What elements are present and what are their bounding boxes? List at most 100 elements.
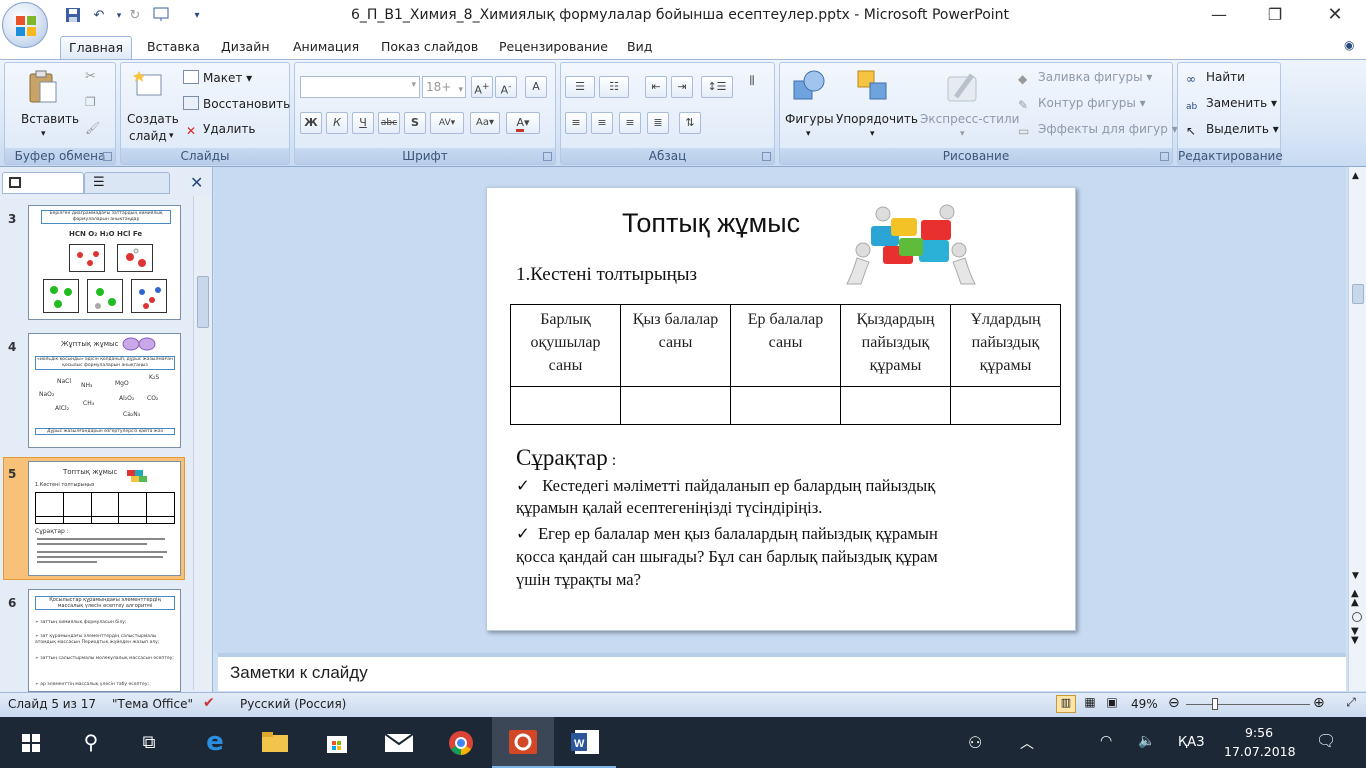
- table-header-cell[interactable]: Қыз балалар саны: [620, 304, 731, 387]
- question-2[interactable]: ✓ Егер ер балалар мен қыз балалардың пай…: [516, 522, 938, 591]
- undo-icon[interactable]: ↶: [90, 7, 108, 25]
- powerpoint-taskbar-icon[interactable]: [492, 717, 554, 768]
- clock[interactable]: 9:56 17.07.2018: [1224, 723, 1296, 761]
- file-explorer-icon[interactable]: [244, 717, 306, 768]
- align-left-icon[interactable]: ≡: [565, 112, 587, 134]
- input-language[interactable]: ҚАЗ: [1178, 735, 1204, 750]
- word-taskbar-icon[interactable]: W: [554, 717, 616, 768]
- shadow-icon[interactable]: S: [404, 112, 426, 134]
- tab-review[interactable]: Рецензирование: [491, 36, 616, 60]
- tab-view[interactable]: Вид: [619, 36, 660, 60]
- bullets-icon[interactable]: ☰: [565, 76, 595, 98]
- find-button[interactable]: ∞ Найти: [1186, 70, 1245, 86]
- tab-home[interactable]: Главная: [60, 36, 132, 60]
- tab-slideshow[interactable]: Показ слайдов: [373, 36, 486, 60]
- help-icon[interactable]: ◉: [1344, 38, 1354, 52]
- question-1[interactable]: ✓ Кестедегі мәліметті пайдаланып ер бала…: [516, 475, 935, 519]
- new-slide-label-2[interactable]: слайд: [129, 129, 167, 143]
- tab-design[interactable]: Дизайн: [213, 36, 278, 60]
- align-center-icon[interactable]: ≡: [591, 112, 613, 134]
- close-pane-icon[interactable]: ✕: [190, 173, 203, 192]
- chrome-icon[interactable]: [430, 717, 492, 768]
- spellcheck-icon[interactable]: ✔: [203, 695, 215, 711]
- minimize-button[interactable]: —: [1196, 0, 1242, 32]
- arrange-button[interactable]: Упорядочить: [836, 112, 918, 126]
- tab-animation[interactable]: Анимация: [285, 36, 367, 60]
- slide-sorter-icon[interactable]: ▦: [1080, 695, 1100, 713]
- justify-icon[interactable]: ≣: [647, 112, 669, 134]
- table-cell[interactable]: [620, 386, 731, 425]
- store-icon[interactable]: [306, 717, 368, 768]
- strikethrough-icon[interactable]: abc: [378, 112, 400, 134]
- volume-icon[interactable]: 🔈: [1138, 733, 1155, 749]
- slideshow-view-icon[interactable]: ▣: [1102, 695, 1122, 713]
- notifications-icon[interactable]: 🗨: [1316, 731, 1336, 750]
- slide-scrollbar[interactable]: ▲ ▼ ▲ ▲ ▼ ▼: [1348, 167, 1366, 691]
- tab-slides-view[interactable]: [2, 172, 84, 194]
- scroll-down-icon[interactable]: ▼: [1352, 571, 1359, 581]
- mail-icon[interactable]: [368, 717, 430, 768]
- customize-qat-icon[interactable]: ▾: [188, 7, 206, 25]
- font-color-icon[interactable]: A▾: [506, 112, 540, 134]
- slide-title[interactable]: Топтық жұмыс: [622, 208, 800, 239]
- table-header-cell[interactable]: Қыздардың пайыздық құрамы: [840, 304, 951, 387]
- search-icon[interactable]: ⚲: [60, 717, 122, 768]
- new-slide-label-1[interactable]: Создать: [127, 112, 179, 126]
- scrollbar-thumb[interactable]: [197, 276, 209, 328]
- tab-outline-view[interactable]: ☰: [84, 172, 170, 194]
- people-icon[interactable]: ⚇: [968, 733, 982, 752]
- font-name-combo[interactable]: ▾: [300, 76, 420, 98]
- scroll-up-icon[interactable]: ▲: [1352, 171, 1359, 181]
- data-table[interactable]: Барлық оқушылар саны Қыз балалар саны Ер…: [510, 304, 1061, 425]
- edge-icon[interactable]: e: [184, 717, 246, 768]
- shape-effects-button[interactable]: ▭ Эффекты для фигур ▾: [1018, 122, 1178, 138]
- slide[interactable]: Топтық жұмыс 1.Кестені толтырыңыз Барлық…: [486, 187, 1076, 631]
- underline-icon[interactable]: Ч: [352, 112, 374, 134]
- shape-fill-button[interactable]: ◆ Заливка фигуры ▾: [1018, 70, 1152, 86]
- paste-button[interactable]: Вставить: [21, 112, 79, 126]
- tray-overflow-icon[interactable]: ︿: [1020, 733, 1034, 753]
- table-cell[interactable]: [510, 386, 621, 425]
- slideshow-icon[interactable]: [152, 7, 170, 25]
- slide-thumbnail-3[interactable]: Берілген диаграммадағы заттардың химиялы…: [28, 205, 181, 320]
- align-right-icon[interactable]: ≡: [619, 112, 641, 134]
- redo-icon[interactable]: ↻: [126, 7, 144, 25]
- task-view-icon[interactable]: ⧉: [118, 717, 180, 768]
- slides-pane-scrollbar[interactable]: [193, 196, 211, 690]
- slide-subtitle[interactable]: 1.Кестені толтырыңыз: [516, 264, 697, 286]
- office-button[interactable]: [2, 2, 48, 48]
- shapes-button[interactable]: Фигуры: [785, 112, 834, 126]
- line-spacing-icon[interactable]: ↕☰: [701, 76, 733, 98]
- change-case-icon[interactable]: Aa▾: [470, 112, 500, 134]
- quick-styles-dropdown-icon[interactable]: ▾: [960, 129, 965, 139]
- clear-format-icon[interactable]: A: [525, 76, 547, 98]
- table-cell[interactable]: [950, 386, 1061, 425]
- quick-styles-button[interactable]: Экспресс-стили: [920, 112, 1019, 126]
- close-button[interactable]: ✕: [1312, 0, 1358, 32]
- table-cell[interactable]: [840, 386, 951, 425]
- zoom-out-icon[interactable]: ⊖: [1168, 695, 1180, 711]
- delete-slide-button[interactable]: ✕ Удалить: [183, 122, 256, 138]
- theme-name[interactable]: "Тема Office": [112, 697, 193, 711]
- increase-indent-icon[interactable]: ⇥: [671, 76, 693, 98]
- cut-icon[interactable]: ✂: [85, 69, 96, 84]
- next-slide-icon[interactable]: ▼ ▼: [1351, 627, 1359, 646]
- paragraph-launcher-icon[interactable]: [762, 152, 771, 161]
- table-header-cell[interactable]: Барлық оқушылар саны: [510, 304, 621, 387]
- text-direction-icon[interactable]: ⇅: [679, 112, 701, 134]
- maximize-button[interactable]: ❐: [1252, 0, 1298, 32]
- new-slide-dropdown-icon[interactable]: ▾: [169, 131, 174, 141]
- table-header-cell[interactable]: Ұлдардың пайыздық құрамы: [950, 304, 1061, 387]
- shapes-dropdown-icon[interactable]: ▾: [806, 129, 811, 139]
- zoom-level[interactable]: 49%: [1131, 697, 1158, 711]
- notes-pane[interactable]: Заметки к слайду: [218, 653, 1346, 691]
- grow-font-icon[interactable]: A+: [471, 76, 493, 98]
- bold-icon[interactable]: Ж: [300, 112, 322, 134]
- char-spacing-icon[interactable]: AV▾: [430, 112, 464, 134]
- table-header-cell[interactable]: Ер балалар саны: [730, 304, 841, 387]
- numbering-icon[interactable]: ☷: [599, 76, 629, 98]
- wifi-icon[interactable]: ◠: [1100, 733, 1112, 749]
- shape-outline-button[interactable]: ✎ Контур фигуры ▾: [1018, 96, 1146, 112]
- columns-icon[interactable]: ⫼: [739, 71, 765, 93]
- zoom-in-icon[interactable]: ⊕: [1313, 695, 1325, 711]
